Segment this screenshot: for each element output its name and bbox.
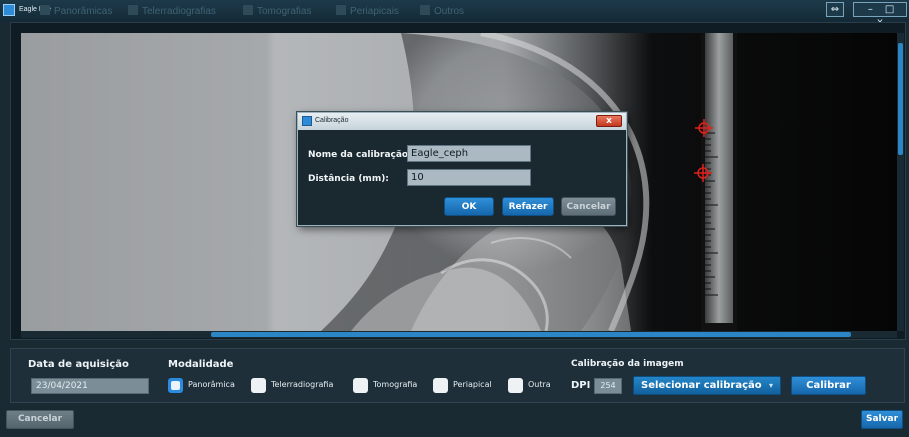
horizontal-scroll-thumb[interactable] (211, 332, 851, 337)
redo-button[interactable]: Refazer (502, 197, 554, 216)
checkbox-panoramica[interactable] (168, 378, 183, 393)
acquisition-panel: Data de aquisição 23/04/2021 Modalidade … (10, 348, 905, 403)
dialog-cancel-button[interactable]: Cancelar (561, 197, 616, 216)
ghost-tab-panoramicas: Panorâmicas (40, 5, 112, 17)
ok-button[interactable]: OK (444, 197, 494, 216)
ghost-tab-periapicais: Periapicais (336, 5, 399, 17)
acquisition-date-field[interactable]: 23/04/2021 (31, 378, 149, 394)
save-button[interactable]: Salvar (861, 410, 903, 429)
horizontal-scrollbar[interactable] (21, 331, 897, 338)
vertical-scroll-thumb[interactable] (898, 43, 903, 155)
ghost-tab-tomografias: Tomografias (243, 5, 311, 17)
modality-option-label: Telerradiografia (271, 380, 334, 389)
select-calibration-dropdown[interactable]: Selecionar calibração ▾ (633, 376, 781, 395)
title-bar: Eagle Eye Panorâmicas Telerradiografias … (0, 0, 909, 28)
checkbox-tomografia[interactable] (353, 378, 368, 393)
calibration-name-input[interactable] (407, 145, 531, 162)
modality-option-label: Periapical (453, 380, 492, 389)
chevron-down-icon: ▾ (768, 381, 773, 390)
minimize-button[interactable]: – (862, 3, 878, 16)
dpi-label: DPI (571, 380, 591, 391)
maximize-button[interactable]: □ (882, 3, 898, 16)
vertical-scrollbar[interactable] (897, 33, 904, 331)
calibrate-button[interactable]: Calibrar (791, 376, 866, 395)
cancel-button[interactable]: Cancelar (6, 410, 74, 429)
dialog-title-bar: Calibração x (298, 113, 626, 130)
modality-option-periapical[interactable]: Periapical (433, 378, 507, 394)
checkbox-outra[interactable] (508, 378, 523, 393)
dialog-title: Calibração (315, 117, 349, 124)
distance-label: Distância (mm): (308, 174, 389, 184)
calibration-name-label: Nome da calibração: (308, 150, 412, 160)
modality-option-label: Tomografia (373, 380, 418, 389)
ghost-tab-outros: Outros (420, 5, 464, 17)
distance-input[interactable] (407, 169, 531, 186)
dialog-close-button[interactable]: x (596, 115, 622, 127)
dpi-value: 254 (594, 378, 622, 394)
modality-option-panoramica[interactable]: Panorâmica (168, 378, 250, 394)
select-calibration-label: Selecionar calibração (641, 380, 762, 391)
modality-option-tomografia[interactable]: Tomografia (353, 378, 431, 394)
modality-option-label: Panorâmica (188, 380, 235, 389)
dialog-app-icon (302, 116, 312, 126)
app-icon (3, 4, 15, 16)
checkbox-telerradiografia[interactable] (251, 378, 266, 393)
modality-option-label: Outra (528, 380, 551, 389)
modality-option-telerradiografia[interactable]: Telerradiografia (251, 378, 351, 394)
ghost-tab-telerradiografias: Telerradiografias (128, 5, 216, 17)
calibration-dialog: Calibração x Nome da calibração: Distânc… (297, 112, 627, 226)
image-calibration-label: Calibração da imagem (571, 359, 684, 369)
modality-label: Modalidade (168, 359, 234, 370)
acquisition-date-label: Data de aquisição (28, 359, 129, 370)
window-controls: – □ x (853, 2, 907, 28)
checkbox-periapical[interactable] (433, 378, 448, 393)
modality-option-outra[interactable]: Outra (508, 378, 558, 394)
restore-button[interactable]: ⇔ (826, 2, 844, 17)
